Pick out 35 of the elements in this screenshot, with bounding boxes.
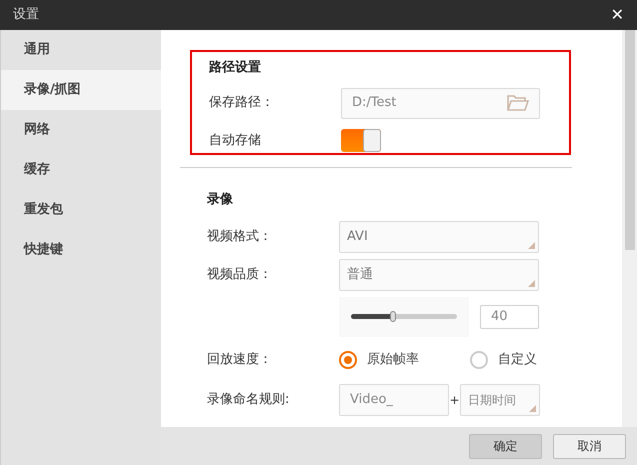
dropdown-corner-icon: [528, 242, 535, 248]
radio-label: 原始帧率: [367, 350, 419, 369]
field-label: 保存路径：: [209, 94, 275, 112]
section-title: 录像: [207, 191, 234, 209]
quality-value: 普通: [347, 266, 373, 284]
dialog-button[interactable]: 确定: [469, 434, 542, 458]
path-value: D:/Test: [352, 94, 396, 112]
radio-button[interactable]: [339, 350, 357, 368]
radio-button[interactable]: [470, 350, 488, 368]
slider-thumb[interactable]: [390, 311, 396, 322]
dialog-button[interactable]: 取消: [553, 434, 626, 458]
auto-save-toggle[interactable]: [341, 129, 381, 152]
quality-slider[interactable]: [351, 314, 457, 319]
field-label: 录像命名规则:: [207, 390, 290, 409]
dropdown-corner-icon: [528, 280, 535, 286]
radio-label: 自定义: [498, 350, 537, 369]
field-label: 自动存储: [209, 132, 262, 150]
dropdown-corner-icon: [529, 404, 536, 412]
prefix-value: Video_: [350, 390, 393, 409]
section-title: 路径设置: [209, 59, 262, 77]
folder-icon: [507, 94, 529, 112]
window-title: 设置: [13, 6, 39, 24]
field-label: 视频品质：: [207, 266, 273, 284]
suffix-value: 日期时间: [468, 392, 516, 408]
format-value: AVI: [347, 228, 368, 246]
close-button[interactable]: ✕: [610, 7, 624, 23]
plus-sign: +: [449, 392, 460, 408]
quality-dropdown[interactable]: 普通: [339, 258, 539, 290]
sidebar-item[interactable]: 录像/抓图: [1, 70, 161, 110]
format-dropdown[interactable]: AVI: [339, 220, 539, 252]
quality-reading: 40: [491, 308, 508, 326]
quality-value-field[interactable]: 40: [480, 304, 539, 328]
field-label: 视频格式：: [207, 228, 273, 246]
scrollbar[interactable]: [622, 30, 637, 427]
field-label: 回放速度：: [207, 350, 273, 369]
